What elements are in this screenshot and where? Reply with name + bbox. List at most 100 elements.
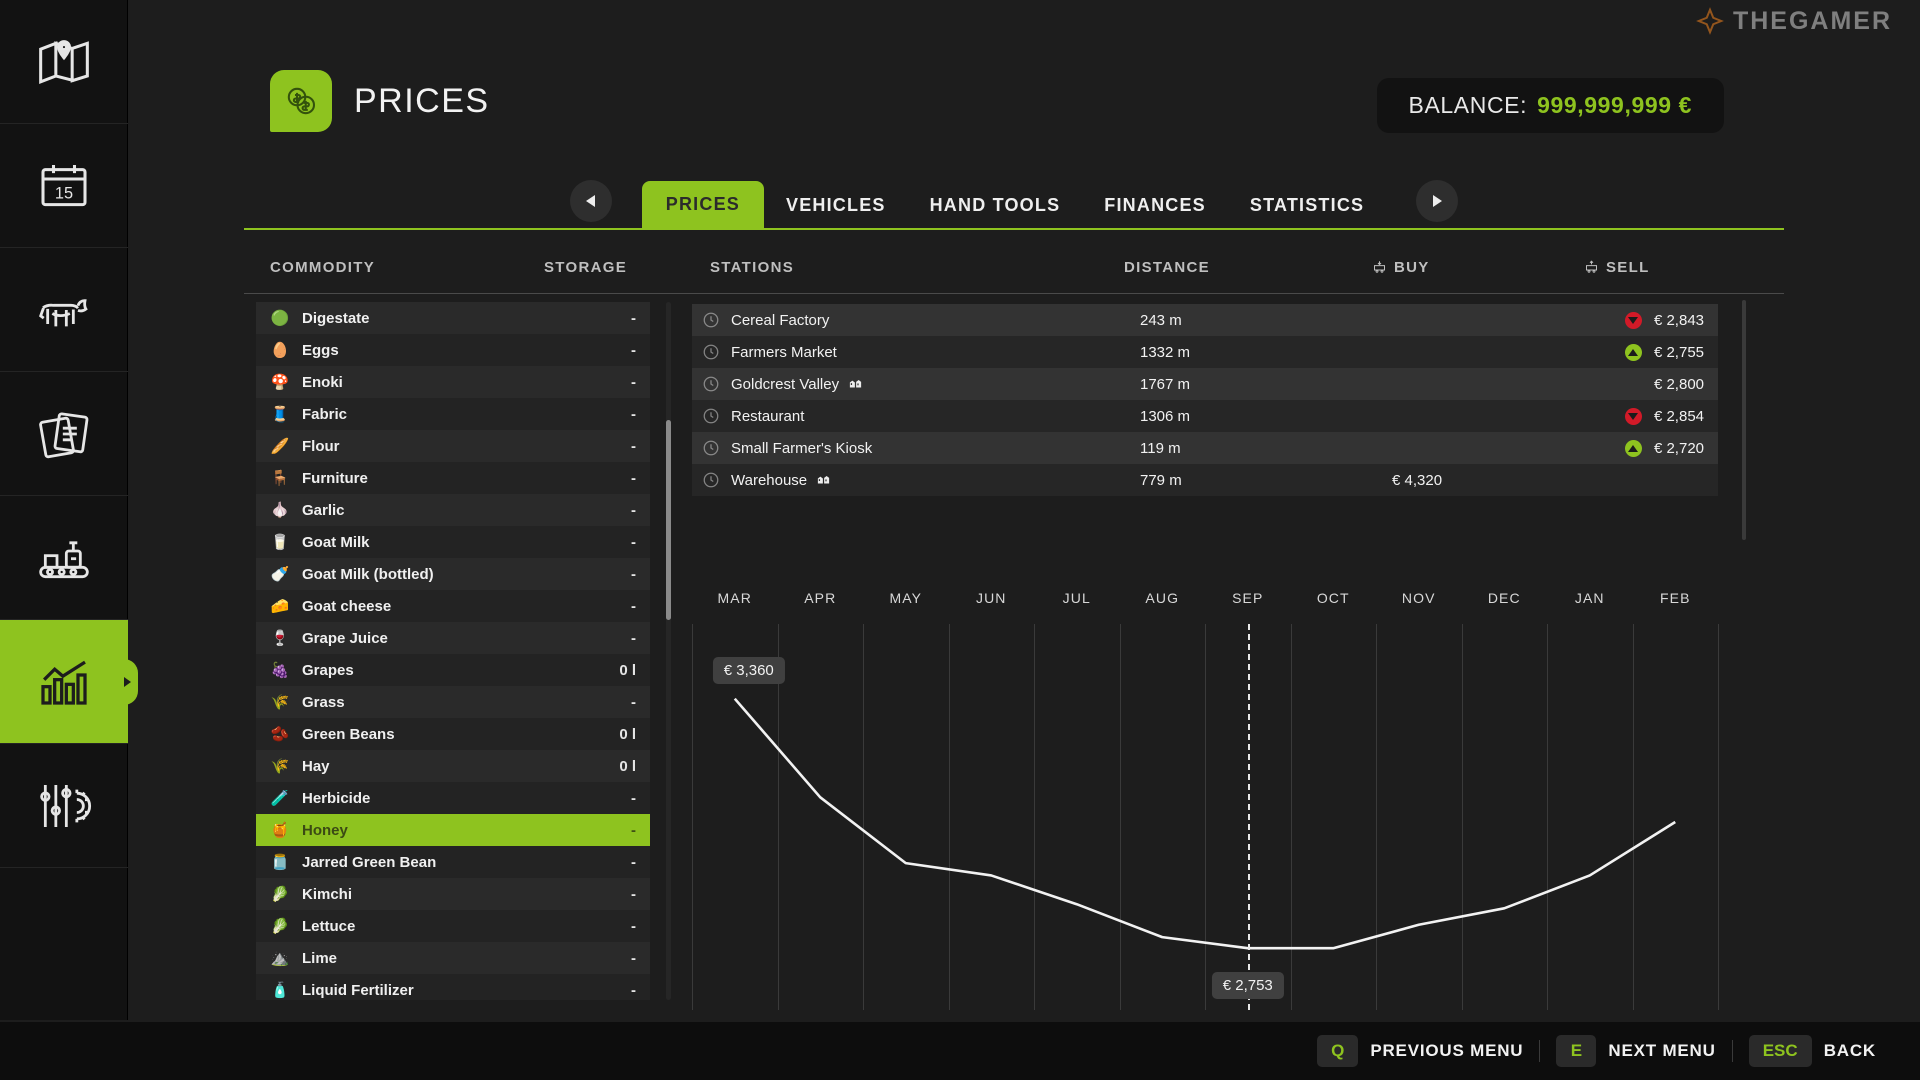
chart-line-series	[733, 697, 1676, 950]
stations-scrollbar[interactable]	[1742, 300, 1746, 540]
commodity-row[interactable]: 🫘 Green Beans 0 l	[256, 718, 650, 750]
commodity-row[interactable]: 🌾 Grass -	[256, 686, 650, 718]
commodity-list[interactable]: 🟢 Digestate - 🥚 Eggs - 🍄 Enoki - 🧵 Fabric - 🥖 Flour - 🪑…	[256, 302, 650, 1000]
tab-hand-tools[interactable]: HAND TOOLS	[908, 183, 1083, 228]
commodity-row[interactable]: 🍄 Enoki -	[256, 366, 650, 398]
key-e: E	[1556, 1035, 1597, 1067]
commodity-row[interactable]: 🧵 Fabric -	[256, 398, 650, 430]
hint-previous-menu[interactable]: Q PREVIOUS MENU	[1301, 1035, 1539, 1067]
commodity-row[interactable]: 🌾 Hay 0 l	[256, 750, 650, 782]
commodity-storage: -	[631, 373, 636, 391]
station-row[interactable]: Farmers Market 1332 m € 2,755	[692, 336, 1718, 368]
commodity-name: Enoki	[302, 373, 343, 391]
commodity-row[interactable]: 🍯 Honey -	[256, 814, 650, 846]
commodity-name: Furniture	[302, 469, 368, 487]
commodity-scrollbar[interactable]	[666, 302, 671, 1000]
station-row[interactable]: Restaurant 1306 m € 2,854	[692, 400, 1718, 432]
tab-bar: PRICES VEHICLES HAND TOOLS FINANCES STAT…	[244, 172, 1784, 230]
commodity-icon: 🥬	[270, 886, 290, 903]
hint-label-previous-menu: PREVIOUS MENU	[1370, 1041, 1524, 1060]
active-tab-knob	[116, 658, 138, 705]
clock-icon	[702, 407, 720, 425]
prev-tab-button[interactable]	[569, 180, 612, 222]
commodity-icon: 🌾	[270, 694, 290, 711]
station-sell-cell: € 2,800	[1625, 376, 1704, 393]
hint-next-menu[interactable]: E NEXT MENU	[1540, 1035, 1731, 1067]
conveyor-icon	[39, 540, 89, 578]
trailer-down-icon	[1374, 261, 1385, 273]
chart-month-label: MAY	[889, 590, 923, 606]
sidebar-item-map[interactable]	[0, 0, 128, 124]
prices-screen: 15 PRICES BALANCE: 999,999,999 € PRICES …	[0, 0, 1920, 1080]
tab-finances[interactable]: FINANCES	[1082, 183, 1228, 228]
price-chart: MAR APR MAY JUN JUL AUG SEP OCT NOV DEC JAN FEB € 3…	[692, 590, 1719, 1010]
station-name-text: Warehouse	[731, 471, 808, 489]
commodity-row[interactable]: 🪑 Furniture -	[256, 462, 650, 494]
sidebar-item-calendar[interactable]: 15	[0, 124, 128, 248]
commodity-icon: 🥛	[270, 534, 290, 551]
commodity-icon: 🪑	[270, 470, 290, 487]
balance-label: BALANCE:	[1408, 92, 1528, 118]
station-name: Cereal Factory	[731, 312, 1131, 329]
commodity-row[interactable]: 🥛 Goat Milk -	[256, 526, 650, 558]
commodity-row[interactable]: 🫙 Jarred Green Bean -	[256, 846, 650, 878]
sidebar-item-animals[interactable]	[0, 248, 128, 372]
page-header: PRICES BALANCE: 999,999,999 €	[128, 0, 1920, 172]
sidebar-item-statistics[interactable]	[0, 620, 138, 744]
commodity-row[interactable]: 🥖 Flour -	[256, 430, 650, 462]
commodity-name: Honey	[302, 821, 348, 839]
bar-chart-icon	[41, 660, 87, 705]
title-group: PRICES	[270, 70, 490, 132]
svg-text:15: 15	[55, 184, 73, 202]
commodity-row[interactable]: 🥬 Kimchi -	[256, 878, 650, 910]
commodity-storage: -	[631, 501, 636, 519]
commodity-name: Fabric	[302, 405, 348, 423]
station-row[interactable]: Cereal Factory 243 m € 2,843	[692, 304, 1718, 336]
commodity-row[interactable]: 🟢 Digestate -	[256, 302, 650, 334]
coins-icon	[270, 70, 332, 132]
station-name-text: Small Farmer's Kiosk	[731, 439, 873, 457]
commodity-row[interactable]: ⛰️ Lime -	[256, 942, 650, 974]
commodity-scrollbar-thumb[interactable]	[666, 420, 671, 620]
station-name: Small Farmer's Kiosk	[731, 440, 1131, 457]
commodity-icon: 🧵	[270, 406, 290, 423]
commodity-icon: 🍼	[270, 566, 290, 583]
hint-back[interactable]: ESC BACK	[1733, 1035, 1892, 1067]
tab-vehicles[interactable]: VEHICLES	[764, 183, 908, 228]
commodity-name: Kimchi	[302, 885, 353, 903]
commodity-row[interactable]: 🍇 Grapes 0 l	[256, 654, 650, 686]
station-name-text: Cereal Factory	[731, 311, 830, 329]
commodity-row[interactable]: 🥬 Lettuce -	[256, 910, 650, 942]
sidebar-item-contracts[interactable]	[0, 372, 128, 496]
commodity-row[interactable]: 🧴 Liquid Fertilizer -	[256, 974, 650, 1000]
next-tab-button[interactable]	[1416, 180, 1459, 222]
commodity-storage: -	[631, 789, 636, 807]
commodity-storage: -	[631, 949, 636, 967]
commodity-name: Goat cheese	[302, 597, 392, 615]
station-row[interactable]: Warehouse 779 m € 4,320	[692, 464, 1718, 496]
commodity-icon: 🍄	[270, 374, 290, 391]
commodity-icon: 🧄	[270, 502, 290, 519]
trend-up-icon	[1624, 439, 1642, 457]
clock-icon	[702, 311, 720, 329]
owned-farm-icon	[847, 375, 864, 394]
commodity-row[interactable]: 🥚 Eggs -	[256, 334, 650, 366]
station-row[interactable]: Small Farmer's Kiosk 119 m € 2,720	[692, 432, 1718, 464]
sidebar-item-production[interactable]	[0, 496, 128, 620]
commodity-row[interactable]: 🍼 Goat Milk (bottled) -	[256, 558, 650, 590]
commodity-storage: -	[631, 885, 636, 903]
left-sidebar: 15	[0, 0, 138, 1020]
tab-statistics[interactable]: STATISTICS	[1228, 183, 1386, 228]
commodity-row[interactable]: 🧄 Garlic -	[256, 494, 650, 526]
station-sell-price: € 2,720	[1653, 439, 1704, 457]
commodity-row[interactable]: 🧪 Herbicide -	[256, 782, 650, 814]
key-esc: ESC	[1748, 1035, 1812, 1067]
sidebar-item-settings[interactable]	[0, 744, 128, 868]
owned-farm-icon	[815, 471, 832, 490]
trend-none-icon	[1625, 376, 1642, 393]
commodity-row[interactable]: 🍷 Grape Juice -	[256, 622, 650, 654]
tab-prices[interactable]: PRICES	[641, 181, 764, 228]
station-row[interactable]: Goldcrest Valley 1767 m € 2,800	[692, 368, 1718, 400]
column-header-sell-label: SELL	[1606, 259, 1650, 276]
commodity-row[interactable]: 🧀 Goat cheese -	[256, 590, 650, 622]
